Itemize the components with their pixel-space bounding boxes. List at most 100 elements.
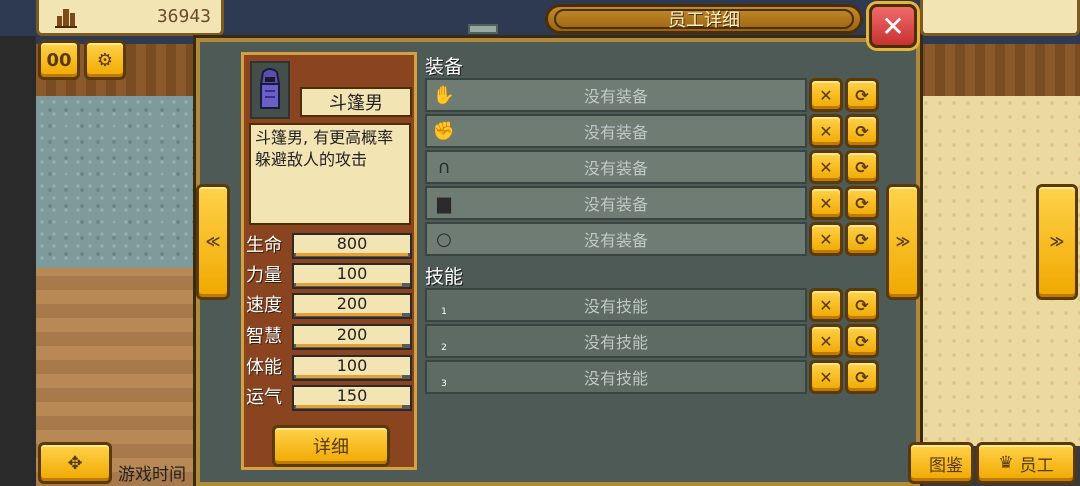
- skill-slot[interactable]: 1 没有技能: [425, 288, 807, 322]
- equipment-slot[interactable]: ∩ 没有装备: [425, 150, 807, 184]
- employee-name: 斗篷男: [300, 87, 412, 117]
- remove-skill-button[interactable]: ✕: [809, 288, 843, 322]
- remove-skill-button[interactable]: ✕: [809, 360, 843, 394]
- remove-equipment-button[interactable]: ✕: [809, 222, 843, 256]
- crossed-swords-icon: ✕: [819, 193, 833, 213]
- slot-text: 没有装备: [583, 195, 648, 214]
- stat-label: 智慧: [246, 326, 282, 347]
- stat-bar: 200: [292, 293, 412, 319]
- staff-button[interactable]: ♛ 员工: [976, 442, 1076, 484]
- glove-icon: ✋: [432, 84, 456, 106]
- swap-skill-button[interactable]: ⟳: [845, 360, 879, 394]
- crossed-swords-icon: ✕: [819, 121, 833, 141]
- skill-slot-number: 1: [441, 307, 447, 317]
- stat-label: 生命: [246, 235, 282, 256]
- close-icon: ✕: [881, 9, 905, 43]
- swap-equipment-button[interactable]: ⟳: [845, 150, 879, 184]
- armor-icon: ▆: [437, 192, 451, 214]
- speed-button[interactable]: ⚙: [84, 40, 126, 80]
- stat-fill: [296, 375, 403, 378]
- slot-text: 没有装备: [583, 231, 648, 250]
- staff-label: 员工: [1019, 455, 1054, 476]
- ring-icon: ○: [436, 228, 452, 250]
- remove-equipment-button[interactable]: ✕: [809, 186, 843, 220]
- stat-fill: [296, 405, 403, 408]
- hooded-man-icon: [259, 68, 281, 109]
- top-right-bar: [920, 0, 1080, 36]
- stat-row-stamina: 体能 100: [246, 353, 414, 381]
- slot-text: 没有技能: [583, 297, 648, 316]
- swap-icon: ⟳: [855, 331, 869, 351]
- dialog-title-bar: 员工详细: [545, 4, 863, 34]
- stat-value: 100: [294, 265, 410, 283]
- remove-equipment-button[interactable]: ✕: [809, 114, 843, 148]
- swap-icon: ⟳: [855, 85, 869, 105]
- stat-fill: [296, 313, 403, 316]
- stat-row-luck: 运气 150: [246, 383, 414, 411]
- equipment-heading: 装备: [425, 56, 464, 78]
- crossed-swords-icon: ✕: [819, 157, 833, 177]
- double-chevron-right-icon: ≫: [1049, 234, 1065, 250]
- vent-icon: [468, 24, 498, 34]
- crossed-swords-icon: ✕: [819, 367, 833, 387]
- remove-skill-button[interactable]: ✕: [809, 324, 843, 358]
- pause-button[interactable]: 00: [38, 40, 80, 80]
- slot-text: 没有装备: [583, 87, 648, 106]
- stat-fill: [296, 344, 403, 347]
- equipment-slot[interactable]: ○ 没有装备: [425, 222, 807, 256]
- avatar: [250, 61, 290, 119]
- next-employee-button[interactable]: ≫: [886, 184, 920, 300]
- prev-employee-button[interactable]: ≪: [196, 184, 230, 300]
- stat-row-wisdom: 智慧 200: [246, 322, 414, 350]
- stat-label: 速度: [246, 295, 282, 316]
- equipment-slot[interactable]: ▆ 没有装备: [425, 186, 807, 220]
- skill-slot[interactable]: 3 没有技能: [425, 360, 807, 394]
- double-chevron-left-icon: ≪: [205, 234, 221, 250]
- game-time-label: 游戏时间: [118, 465, 186, 485]
- stat-bar: 200: [292, 324, 412, 350]
- remove-equipment-button[interactable]: ✕: [809, 150, 843, 184]
- background-wall-right: [905, 44, 1080, 96]
- detail-label: 详细: [313, 437, 349, 458]
- crossed-swords-icon: ✕: [819, 85, 833, 105]
- skills-heading: 技能: [425, 266, 464, 288]
- stat-label: 运气: [246, 387, 282, 408]
- skill-slot-number: 2: [441, 343, 447, 353]
- swap-icon: ⟳: [855, 193, 869, 213]
- detail-button[interactable]: 详细: [272, 425, 390, 467]
- remove-equipment-button[interactable]: ✕: [809, 78, 843, 112]
- building-icon: [55, 8, 77, 28]
- equipment-slot[interactable]: ✊ 没有装备: [425, 114, 807, 148]
- stat-value: 200: [294, 295, 410, 313]
- slot-text: 没有装备: [583, 159, 648, 178]
- swap-equipment-button[interactable]: ⟳: [845, 222, 879, 256]
- slot-text: 没有装备: [583, 123, 648, 142]
- swap-skill-button[interactable]: ⟳: [845, 324, 879, 358]
- equipment-slot[interactable]: ✋ 没有装备: [425, 78, 807, 112]
- swap-skill-button[interactable]: ⟳: [845, 288, 879, 322]
- close-button[interactable]: ✕: [869, 4, 917, 48]
- stat-row-hp: 生命 800: [246, 231, 414, 259]
- stat-value: 100: [294, 357, 410, 375]
- background-edge: [0, 36, 36, 486]
- move-button[interactable]: ✥: [38, 442, 112, 484]
- skill-slot[interactable]: 2 没有技能: [425, 324, 807, 358]
- swap-equipment-button[interactable]: ⟳: [845, 78, 879, 112]
- stat-value: 800: [294, 235, 410, 253]
- swap-icon: ⟳: [855, 295, 869, 315]
- helmet-icon: ∩: [437, 156, 451, 178]
- crown-icon: ♛: [998, 453, 1014, 473]
- swap-equipment-button[interactable]: ⟳: [845, 186, 879, 220]
- crossed-swords-icon: ✕: [819, 331, 833, 351]
- stat-label: 体能: [246, 357, 282, 378]
- swap-equipment-button[interactable]: ⟳: [845, 114, 879, 148]
- stat-value: 150: [294, 387, 410, 405]
- dialog-title: 员工详细: [554, 9, 854, 31]
- gauntlet-icon: ✊: [432, 120, 456, 142]
- swap-icon: ⟳: [855, 121, 869, 141]
- next-page-button[interactable]: ≫: [1036, 184, 1078, 300]
- stat-bar: 150: [292, 385, 412, 411]
- illustration-button[interactable]: 图鉴: [908, 442, 974, 484]
- dpad-icon: ✥: [67, 452, 83, 474]
- gears-icon: ⚙: [96, 49, 114, 71]
